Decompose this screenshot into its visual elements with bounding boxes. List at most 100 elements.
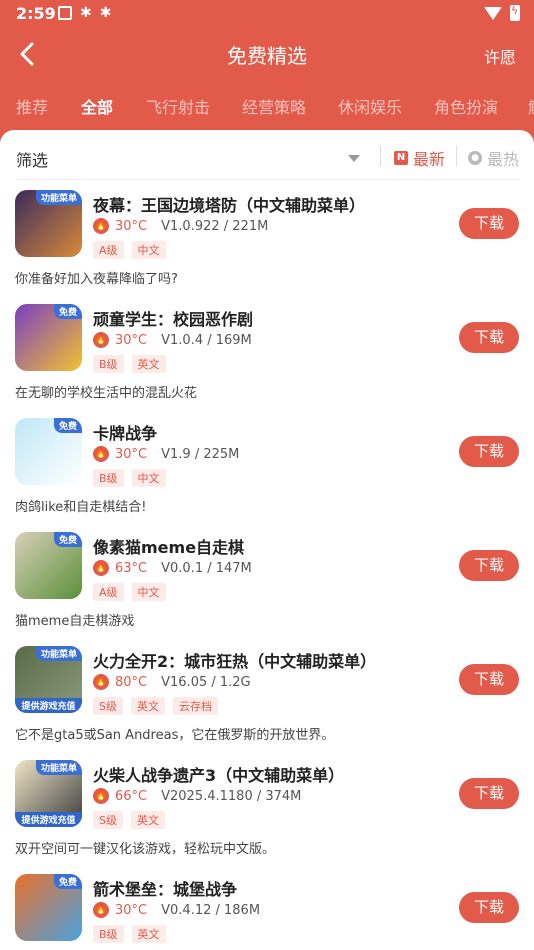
prank-student-icon[interactable]: 免费 <box>15 304 82 371</box>
game-tag: 英文 <box>130 811 165 829</box>
game-version-size: V1.0.922 / 221M <box>161 218 269 234</box>
nav-bar: 免费精选 许愿 <box>0 30 534 78</box>
game-tag: 中文 <box>131 583 166 601</box>
sort-latest-label: 最新 <box>413 150 446 169</box>
game-badge: 免费 <box>53 304 82 319</box>
fire-icon: 🔥 <box>93 332 109 348</box>
game-tag: B级 <box>93 925 124 943</box>
sort-latest-button[interactable]: N 最新 <box>394 146 445 170</box>
card-war-icon[interactable]: 免费 <box>15 418 82 485</box>
chevron-down-icon[interactable] <box>348 155 360 162</box>
game-temperature: 63°C <box>115 560 148 576</box>
header: 2:59 ✱ ✱ 免费精选 许愿 推荐 全部 飞行射击 经营策略 休闲娱乐 角色… <box>0 0 534 150</box>
game-meta: 🔥 30°C V1.0.922 / 221M <box>93 218 268 234</box>
game-temperature: 30°C <box>115 332 148 348</box>
game-tags: A级 中文 <box>93 241 166 259</box>
game-version-size: V1.9 / 225M <box>161 446 240 462</box>
fire-icon: 🔥 <box>93 788 109 804</box>
game-tag: B级 <box>93 355 124 373</box>
game-list-item[interactable]: 功能菜单 夜幕：王国边境塔防（中文辅助菜单） 🔥 30°C V1.0.922 /… <box>0 180 534 294</box>
game-version-size: V16.05 / 1.2G <box>161 674 251 690</box>
sort-hot-button[interactable]: ● 最热 <box>468 146 519 170</box>
flame-icon: ● <box>468 151 482 165</box>
game-tag: S级 <box>93 811 123 829</box>
game-description: 肉鸽like和自走棋结合! <box>15 500 147 515</box>
fire-icon: 🔥 <box>93 902 109 918</box>
status-system-icons <box>484 4 520 21</box>
status-time: 2:59 <box>16 4 56 23</box>
wish-button[interactable]: 许愿 <box>484 44 516 68</box>
game-meta: 🔥 63°C V0.0.1 / 147M <box>93 560 252 576</box>
bug-icon: ✱ <box>80 5 92 21</box>
tab-more[interactable]: 解 <box>528 94 534 118</box>
page-title: 免费精选 <box>227 44 307 68</box>
game-temperature: 66°C <box>115 788 148 804</box>
fire-icon: 🔥 <box>93 446 109 462</box>
game-temperature: 30°C <box>115 446 148 462</box>
filter-bar: 筛选 N 最新 ● 最热 <box>16 140 520 180</box>
night-defense-icon[interactable]: 功能菜单 <box>15 190 82 257</box>
download-button[interactable]: 下载 <box>459 208 519 239</box>
game-badge: 免费 <box>53 532 82 547</box>
game-temperature: 30°C <box>115 218 148 234</box>
fire-icon: 🔥 <box>93 674 109 690</box>
bug-icon: ✱ <box>99 5 112 21</box>
game-tag: S级 <box>93 697 123 715</box>
game-list-item[interactable]: 免费 箭术堡垒：城堡战争 🔥 30°C V0.4.12 / 186M B级 英文 … <box>0 864 534 950</box>
archery-castle-icon[interactable]: 免费 <box>15 874 82 941</box>
download-button[interactable]: 下载 <box>459 664 519 695</box>
download-button[interactable]: 下载 <box>459 778 519 809</box>
game-badge: 功能菜单 <box>35 646 82 661</box>
tab-recommend[interactable]: 推荐 <box>16 94 48 118</box>
tab-role-playing[interactable]: 角色扮演 <box>434 94 498 118</box>
game-version-size: V0.0.1 / 147M <box>161 560 252 576</box>
game-tags: B级 英文 <box>93 925 166 943</box>
game-badge: 免费 <box>53 874 82 889</box>
game-tags: S级 英文 <box>93 811 165 829</box>
game-version-size: V1.0.4 / 169M <box>161 332 252 348</box>
divider <box>456 146 457 166</box>
tab-management-strategy[interactable]: 经营策略 <box>242 94 306 118</box>
game-title[interactable]: 夜幕：王国边境塔防（中文辅助菜单） <box>93 192 365 216</box>
game-list-item[interactable]: 免费 像素猫meme自走棋 🔥 63°C V0.0.1 / 147M A级 中文 … <box>0 522 534 636</box>
game-title[interactable]: 火力全开2：城市狂热（中文辅助菜单） <box>93 648 376 672</box>
download-button[interactable]: 下载 <box>459 436 519 467</box>
game-version-size: V2025.4.1180 / 374M <box>161 788 302 804</box>
status-bar: 2:59 ✱ ✱ <box>0 0 534 28</box>
game-list-item[interactable]: 功能菜单 提供游戏充值 火力全开2：城市狂热（中文辅助菜单） 🔥 80°C V1… <box>0 636 534 750</box>
game-tag: A级 <box>93 583 124 601</box>
game-title[interactable]: 像素猫meme自走棋 <box>93 534 244 558</box>
tab-casual-entertainment[interactable]: 休闲娱乐 <box>338 94 402 118</box>
fire-icon: 🔥 <box>93 218 109 234</box>
game-list-item[interactable]: 功能菜单 提供游戏充值 火柴人战争遗产3（中文辅助菜单） 🔥 66°C V202… <box>0 750 534 864</box>
download-button[interactable]: 下载 <box>459 892 519 923</box>
wifi-icon <box>484 6 502 20</box>
download-button[interactable]: 下载 <box>459 322 519 353</box>
filter-dropdown[interactable]: 筛选 <box>16 147 48 171</box>
game-badge: 免费 <box>53 418 82 433</box>
game-tag: A级 <box>93 241 124 259</box>
game-title[interactable]: 顽童学生：校园恶作剧 <box>93 306 253 330</box>
fire-icon: 🔥 <box>93 560 109 576</box>
sort-hot-label: 最热 <box>487 150 520 169</box>
game-list-item[interactable]: 免费 卡牌战争 🔥 30°C V1.9 / 225M B级 中文 下载 肉鸽lik… <box>0 408 534 522</box>
game-description: 你准备好加入夜幕降临了吗? <box>15 272 178 287</box>
game-title[interactable]: 箭术堡垒：城堡战争 <box>93 876 237 900</box>
game-description: 双开空间可一键汉化该游戏，轻松玩中文版。 <box>15 842 276 857</box>
game-tag: 云存档 <box>172 697 218 715</box>
notification-app-icon <box>58 6 72 20</box>
tab-all[interactable]: 全部 <box>81 94 113 118</box>
game-tag: 中文 <box>131 241 166 259</box>
game-title[interactable]: 火柴人战争遗产3（中文辅助菜单） <box>93 762 344 786</box>
game-tags: S级 英文 云存档 <box>93 697 218 715</box>
pixel-cat-icon[interactable]: 免费 <box>15 532 82 599</box>
recharge-badge: 提供游戏充值 <box>15 698 82 713</box>
category-tabs: 推荐 全部 飞行射击 经营策略 休闲娱乐 角色扮演 解 <box>0 88 534 124</box>
full-fire-icon[interactable]: 功能菜单 提供游戏充值 <box>15 646 82 713</box>
game-list-item[interactable]: 免费 顽童学生：校园恶作剧 🔥 30°C V1.0.4 / 169M B级 英文 … <box>0 294 534 408</box>
game-temperature: 30°C <box>115 902 148 918</box>
game-title[interactable]: 卡牌战争 <box>93 420 157 444</box>
download-button[interactable]: 下载 <box>459 550 519 581</box>
tab-flight-shooting[interactable]: 飞行射击 <box>146 94 210 118</box>
stick-war-icon[interactable]: 功能菜单 提供游戏充值 <box>15 760 82 827</box>
